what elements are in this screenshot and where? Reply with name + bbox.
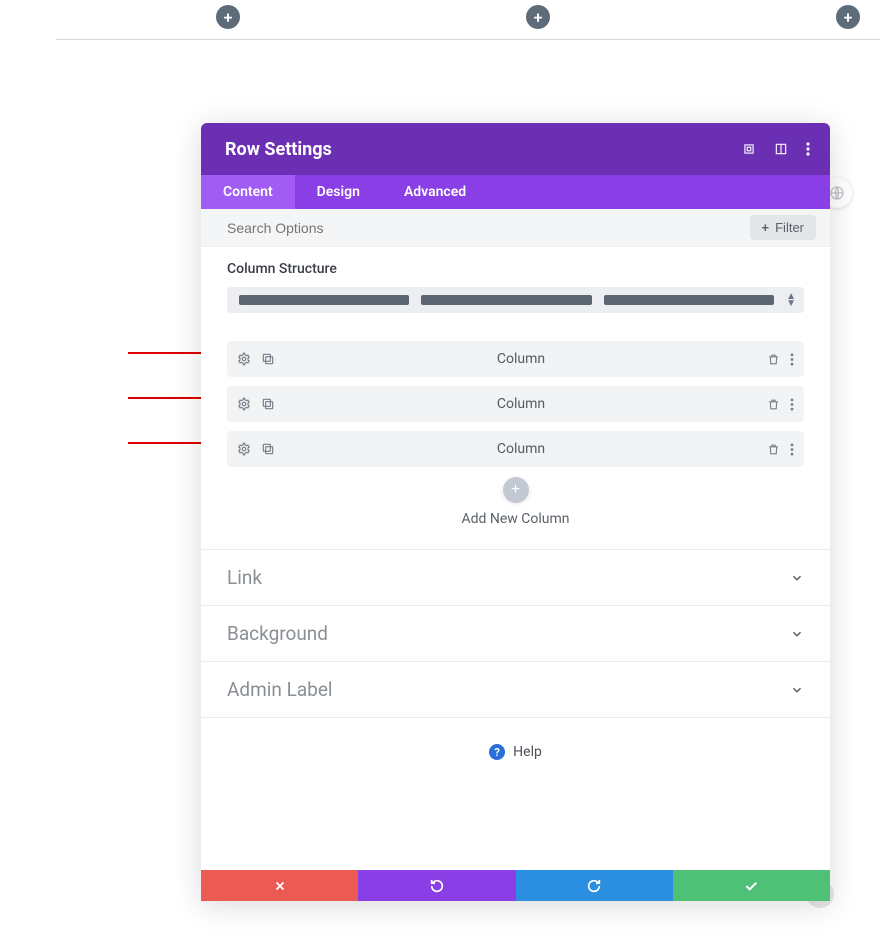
accordion-label: Link xyxy=(227,566,262,589)
column-bar xyxy=(421,295,591,305)
column-bar xyxy=(239,295,409,305)
help-label: Help xyxy=(513,744,542,760)
modal-body: Column Structure ▲▼ Column xyxy=(201,247,830,870)
gear-icon[interactable] xyxy=(237,352,251,366)
add-section-button-2[interactable]: + xyxy=(526,5,550,29)
help-icon: ? xyxy=(489,744,505,760)
more-icon[interactable] xyxy=(790,353,794,366)
annotation-arrow-1 xyxy=(128,352,210,354)
column-label: Column xyxy=(275,396,767,412)
help-link[interactable]: ? Help xyxy=(201,718,830,790)
tab-design[interactable]: Design xyxy=(295,175,382,209)
accordion-background[interactable]: Background xyxy=(201,606,830,662)
tab-advanced[interactable]: Advanced xyxy=(382,175,488,209)
annotation-arrow-3 xyxy=(128,442,210,444)
more-icon[interactable] xyxy=(790,443,794,456)
column-list: Column Column xyxy=(201,341,830,467)
chevron-down-icon xyxy=(790,627,804,641)
trash-icon[interactable] xyxy=(767,353,780,366)
annotation-arrow-2 xyxy=(128,397,210,399)
plus-icon: + xyxy=(762,220,770,235)
add-section-button-1[interactable]: + xyxy=(216,5,240,29)
snap-panel-icon[interactable] xyxy=(774,142,788,156)
modal-footer xyxy=(201,870,830,901)
accordion-link[interactable]: Link xyxy=(201,550,830,606)
accordion-label: Background xyxy=(227,622,328,645)
top-divider xyxy=(56,39,880,40)
chevron-down-icon xyxy=(790,571,804,585)
tab-bar: Content Design Advanced xyxy=(201,175,830,209)
column-bar xyxy=(604,295,774,305)
tab-content[interactable]: Content xyxy=(201,175,295,209)
add-column-label: Add New Column xyxy=(201,511,830,527)
modal-header: Row Settings xyxy=(201,123,830,175)
filter-button[interactable]: + Filter xyxy=(750,215,816,240)
filter-label: Filter xyxy=(775,220,804,235)
duplicate-icon[interactable] xyxy=(261,352,275,366)
redo-button[interactable] xyxy=(516,870,673,901)
row-settings-modal: Row Settings Content Design Advanced + F… xyxy=(201,123,830,901)
trash-icon[interactable] xyxy=(767,443,780,456)
sort-icon: ▲▼ xyxy=(786,293,796,307)
more-icon[interactable] xyxy=(806,142,810,156)
modal-title: Row Settings xyxy=(225,139,332,160)
column-item[interactable]: Column xyxy=(227,386,804,422)
column-item[interactable]: Column xyxy=(227,341,804,377)
more-icon[interactable] xyxy=(790,398,794,411)
search-input[interactable] xyxy=(227,214,740,242)
gear-icon[interactable] xyxy=(237,397,251,411)
trash-icon[interactable] xyxy=(767,398,780,411)
expand-icon[interactable] xyxy=(742,142,756,156)
chevron-down-icon xyxy=(790,683,804,697)
gear-icon[interactable] xyxy=(237,442,251,456)
duplicate-icon[interactable] xyxy=(261,442,275,456)
cancel-button[interactable] xyxy=(201,870,358,901)
header-actions xyxy=(742,142,810,156)
search-row: + Filter xyxy=(201,209,830,247)
undo-button[interactable] xyxy=(358,870,515,901)
add-column-section: + Add New Column xyxy=(201,477,830,543)
tab-label: Advanced xyxy=(404,184,466,200)
accordion-label: Admin Label xyxy=(227,678,333,701)
tab-label: Design xyxy=(317,184,360,200)
column-label: Column xyxy=(275,351,767,367)
accordion-admin-label[interactable]: Admin Label xyxy=(201,662,830,718)
column-item[interactable]: Column xyxy=(227,431,804,467)
confirm-button[interactable] xyxy=(673,870,830,901)
section-label-column-structure: Column Structure xyxy=(227,261,804,277)
duplicate-icon[interactable] xyxy=(261,397,275,411)
add-section-button-3[interactable]: + xyxy=(836,5,860,29)
column-label: Column xyxy=(275,441,767,457)
column-structure-selector[interactable]: ▲▼ xyxy=(227,287,804,313)
add-column-button[interactable]: + xyxy=(503,477,529,503)
tab-label: Content xyxy=(223,184,273,200)
